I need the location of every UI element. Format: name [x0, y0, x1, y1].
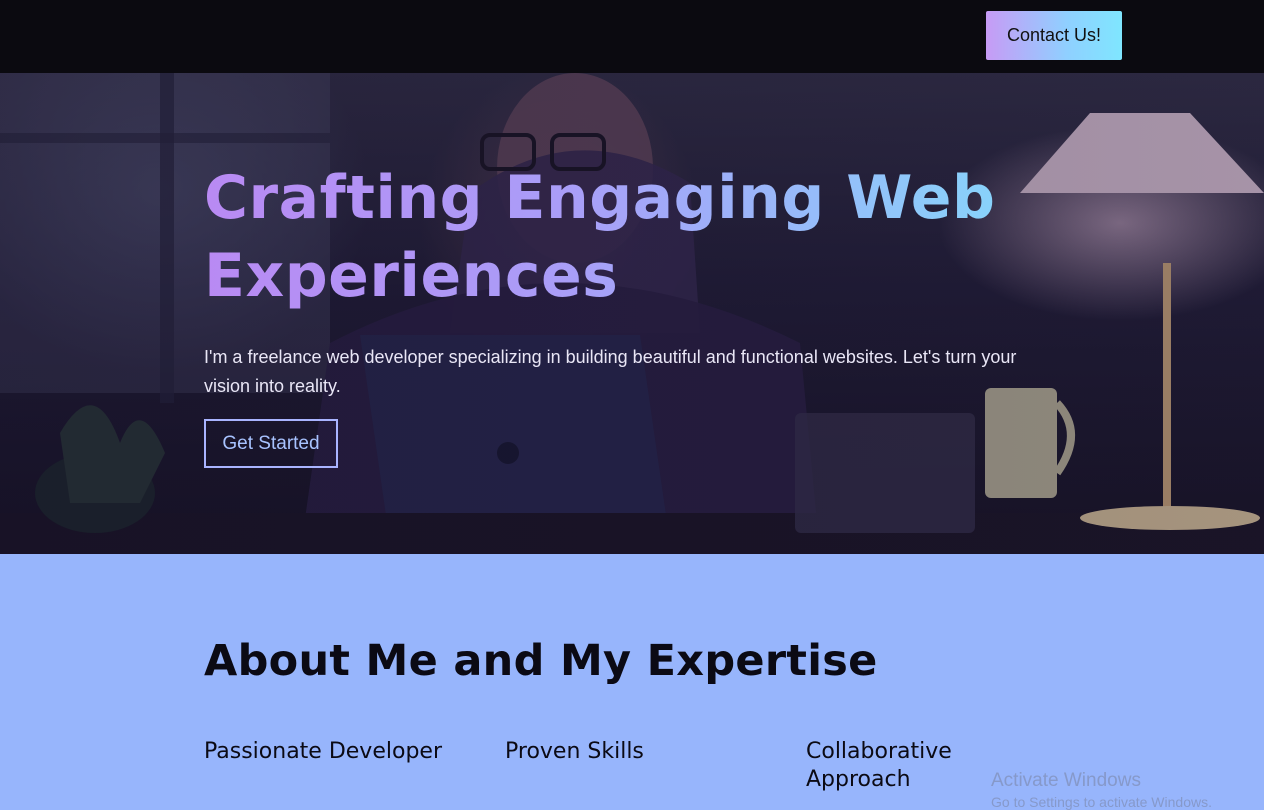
- watermark-line2: Go to Settings to activate Windows.: [991, 794, 1212, 810]
- contact-us-button[interactable]: Contact Us!: [986, 11, 1122, 60]
- top-navbar: Contact Us!: [0, 0, 1264, 73]
- hero-section: Crafting Engaging Web Experiences I'm a …: [0, 73, 1264, 554]
- feature-proven-skills: Proven Skills: [505, 739, 644, 764]
- hero-subtitle: I'm a freelance web developer specializi…: [204, 347, 1017, 396]
- get-started-button[interactable]: Get Started: [204, 419, 338, 468]
- watermark-line1: Activate Windows: [991, 770, 1141, 791]
- feature-collaborative-approach: Collaborative Approach: [806, 739, 952, 792]
- hero-title: Crafting Engaging Web Experiences: [204, 159, 1024, 315]
- activate-windows-watermark: Activate Windows Go to Settings to activ…: [991, 770, 1212, 810]
- about-title: About Me and My Expertise: [204, 636, 878, 686]
- feature-passionate-developer: Passionate Developer: [204, 739, 442, 764]
